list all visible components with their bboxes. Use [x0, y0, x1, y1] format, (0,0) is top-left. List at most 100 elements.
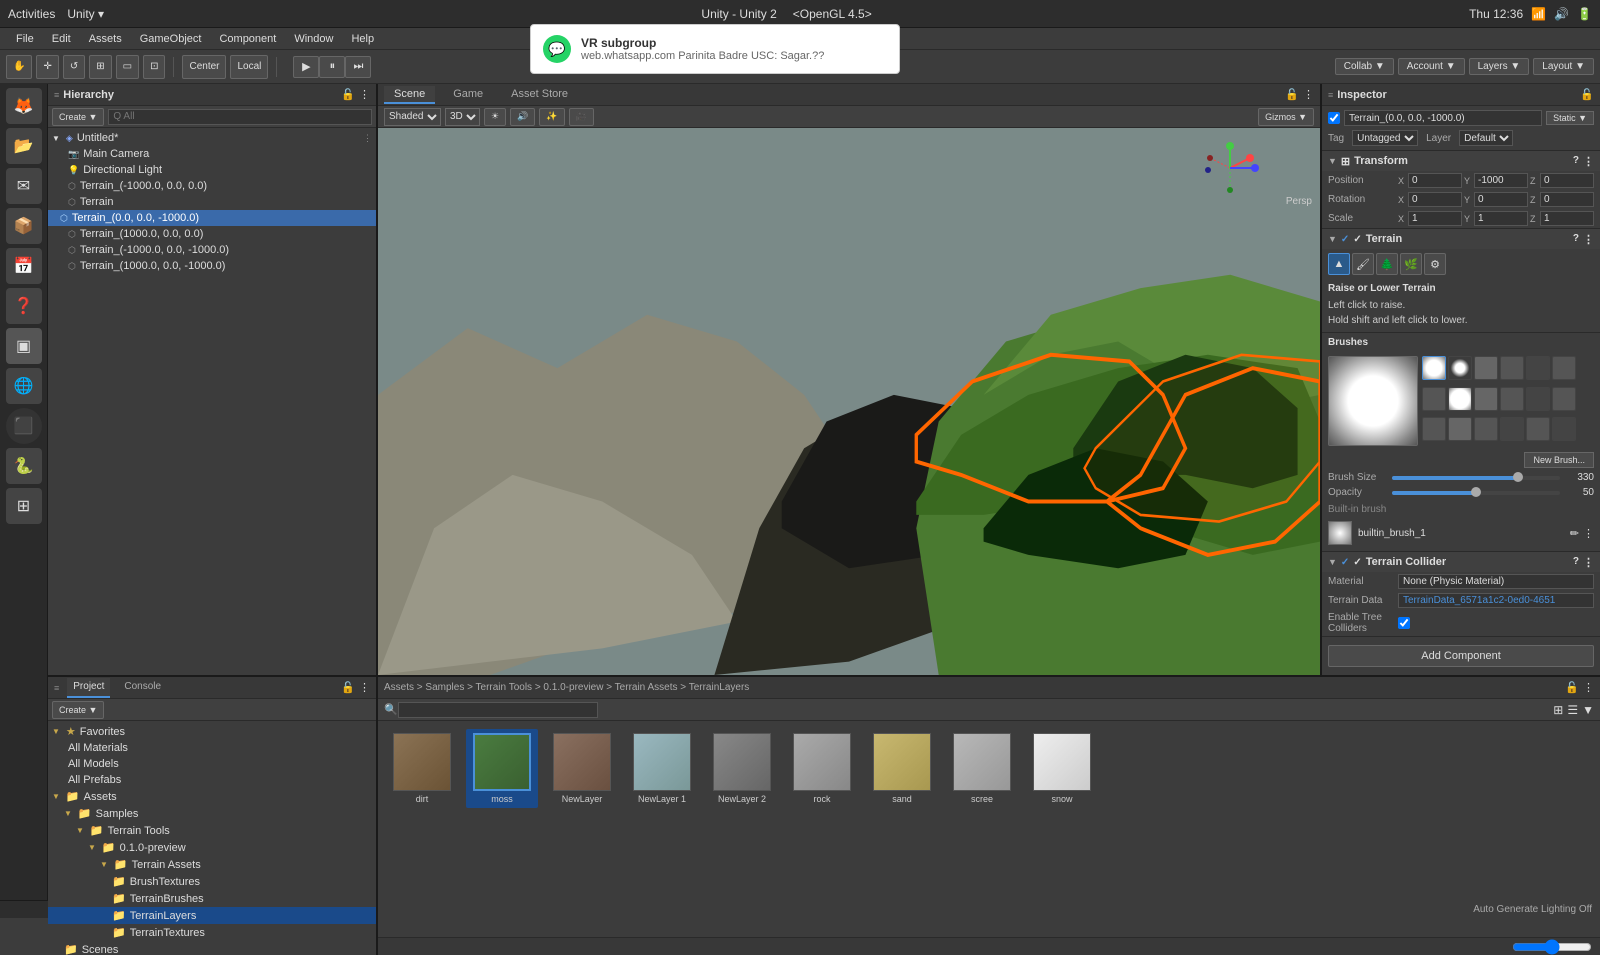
- brush-preview[interactable]: [1328, 356, 1418, 446]
- add-component-button[interactable]: Add Component: [1328, 645, 1594, 667]
- brush-item-3[interactable]: [1500, 356, 1524, 380]
- terrain-tool-detail[interactable]: 🌿: [1400, 253, 1422, 275]
- transform-tool[interactable]: ⊡: [143, 55, 165, 79]
- brush-textures-item[interactable]: 📁 BrushTextures: [48, 873, 376, 890]
- brush-item-15[interactable]: [1500, 417, 1524, 441]
- asset-moss[interactable]: moss: [466, 729, 538, 808]
- rotation-y-input[interactable]: [1474, 192, 1528, 207]
- hierarchy-lock-icon[interactable]: 🔓: [341, 88, 355, 101]
- scale-tool[interactable]: ⊞: [89, 55, 111, 79]
- brush-item-2[interactable]: [1474, 356, 1498, 380]
- menu-assets[interactable]: Assets: [81, 31, 130, 47]
- all-prefabs-item[interactable]: All Prefabs: [48, 772, 376, 788]
- menu-component[interactable]: Component: [211, 31, 284, 47]
- terrain-tool-paint[interactable]: 🖌: [1352, 253, 1374, 275]
- position-y-input[interactable]: [1474, 173, 1528, 188]
- tree-item-terrain4[interactable]: ⬡ Terrain_(-1000.0, 0.0, -1000.0): [48, 242, 376, 258]
- collider-info[interactable]: ?: [1573, 556, 1579, 569]
- asset-snow[interactable]: snow: [1026, 729, 1098, 808]
- layout-button[interactable]: Layout ▼: [1533, 58, 1594, 75]
- asset-store-tab[interactable]: Asset Store: [501, 86, 578, 104]
- game-tab[interactable]: Game: [443, 86, 493, 104]
- opacity-track[interactable]: [1392, 491, 1560, 495]
- brush-item-12[interactable]: [1422, 417, 1446, 441]
- brush-item-6[interactable]: [1422, 387, 1446, 411]
- asset-scree[interactable]: scree: [946, 729, 1018, 808]
- opacity-thumb[interactable]: [1471, 487, 1481, 497]
- object-enabled-checkbox[interactable]: [1328, 112, 1340, 124]
- transform-info-icon[interactable]: ?: [1573, 155, 1579, 168]
- terrain-layers-item[interactable]: 📁 TerrainLayers: [48, 907, 376, 924]
- object-name-input[interactable]: [1344, 110, 1542, 126]
- menu-edit[interactable]: Edit: [44, 31, 79, 47]
- tree-item-untitled[interactable]: ▼ ◈ Untitled* ⋮: [48, 130, 376, 146]
- transform-menu-icon[interactable]: ⋮: [1583, 155, 1594, 168]
- tree-item-maincamera[interactable]: 📷 Main Camera: [48, 146, 376, 162]
- scale-x-input[interactable]: [1408, 211, 1462, 226]
- hierarchy-create-btn[interactable]: Create ▼: [52, 108, 104, 126]
- terrain-textures-item[interactable]: 📁 TerrainTextures: [48, 924, 376, 941]
- terrain-assets-item[interactable]: ▼ 📁 Terrain Assets: [48, 856, 376, 873]
- asset-search-input[interactable]: [398, 702, 598, 718]
- asset-sand[interactable]: sand: [866, 729, 938, 808]
- scene-menu-icon[interactable]: ⋮: [1303, 88, 1314, 101]
- samples-item[interactable]: ▼ 📁 Samples: [48, 805, 376, 822]
- layer-dropdown[interactable]: Default: [1459, 130, 1513, 146]
- new-brush-button[interactable]: New Brush...: [1524, 452, 1594, 468]
- favorites-item[interactable]: ▼ ★ Favorites: [48, 723, 376, 740]
- preview-item[interactable]: ▼ 📁 0.1.0-preview: [48, 839, 376, 856]
- assets-item[interactable]: ▼ 📁 Assets: [48, 788, 376, 805]
- asset-newlayer1[interactable]: NewLayer 1: [626, 729, 698, 808]
- grid-view-icon[interactable]: ⊞: [1553, 703, 1563, 717]
- pivot-button[interactable]: Center: [182, 55, 226, 79]
- brush-size-track[interactable]: [1392, 476, 1560, 480]
- unity-menu[interactable]: Unity ▾: [67, 7, 104, 21]
- builtin-brush-edit[interactable]: ✏: [1570, 527, 1579, 540]
- layers-button[interactable]: Layers ▼: [1469, 58, 1530, 75]
- tree-item-terrain-selected[interactable]: ⬡ Terrain_(0.0, 0.0, -1000.0): [48, 210, 376, 226]
- scene-lock-icon[interactable]: 🔓: [1285, 88, 1299, 101]
- project-lock-icon[interactable]: 🔓: [341, 681, 355, 694]
- terrain-tools-item[interactable]: ▼ 📁 Terrain Tools: [48, 822, 376, 839]
- terrain-comp-menu[interactable]: ⋮: [1583, 233, 1594, 246]
- rotate-tool[interactable]: ↺: [63, 55, 85, 79]
- brush-item-7[interactable]: [1448, 387, 1472, 411]
- asset-rock[interactable]: rock: [786, 729, 858, 808]
- terrain-collider-header[interactable]: ▼ ✓ ✓ Terrain Collider ? ⋮: [1322, 552, 1600, 572]
- gizmos-btn[interactable]: Gizmos ▼: [1258, 108, 1314, 126]
- pause-button[interactable]: ⏸: [319, 56, 345, 78]
- dock-apps[interactable]: ⊞: [6, 488, 42, 524]
- activities-label[interactable]: Activities: [8, 7, 55, 21]
- hierarchy-menu-icon[interactable]: ⋮: [359, 88, 370, 101]
- asset-newlayer[interactable]: NewLayer: [546, 729, 618, 808]
- asset-newlayer2[interactable]: NewLayer 2: [706, 729, 778, 808]
- hierarchy-search-input[interactable]: [108, 109, 372, 125]
- terrain-tool-sculpt[interactable]: ▲: [1328, 253, 1350, 275]
- terrain-brushes-item[interactable]: 📁 TerrainBrushes: [48, 890, 376, 907]
- dock-software[interactable]: 📦: [6, 208, 42, 244]
- rotation-x-input[interactable]: [1408, 192, 1462, 207]
- brush-item-8[interactable]: [1474, 387, 1498, 411]
- brush-item-5[interactable]: [1552, 356, 1576, 380]
- dock-mail[interactable]: ✉: [6, 168, 42, 204]
- play-button[interactable]: ▶: [293, 56, 319, 78]
- rect-tool[interactable]: ▭: [116, 55, 139, 79]
- move-tool[interactable]: ✛: [36, 55, 58, 79]
- dock-firefox[interactable]: 🦊: [6, 88, 42, 124]
- dock-help[interactable]: ❓: [6, 288, 42, 324]
- dock-unity[interactable]: ⬛: [6, 408, 42, 444]
- list-view-icon[interactable]: ☰: [1567, 703, 1578, 717]
- terrain-tool-settings[interactable]: ⚙: [1424, 253, 1446, 275]
- terrain-tool-tree[interactable]: 🌲: [1376, 253, 1398, 275]
- shading-dropdown[interactable]: Shaded: [384, 108, 441, 126]
- inspector-lock-icon[interactable]: 🔓: [1580, 88, 1594, 101]
- scene-camera-btn[interactable]: 🎥: [569, 108, 594, 126]
- account-button[interactable]: Account ▼: [1398, 58, 1465, 75]
- terrain-data-value[interactable]: TerrainData_6571a1c2-0ed0-4651: [1398, 593, 1594, 608]
- filter-icon[interactable]: ▼: [1582, 703, 1594, 717]
- brush-item-10[interactable]: [1526, 387, 1550, 411]
- menu-gameobject[interactable]: GameObject: [132, 31, 210, 47]
- asset-browser-menu-icon[interactable]: ⋮: [1583, 681, 1594, 694]
- scale-y-input[interactable]: [1474, 211, 1528, 226]
- static-button[interactable]: Static ▼: [1546, 111, 1594, 125]
